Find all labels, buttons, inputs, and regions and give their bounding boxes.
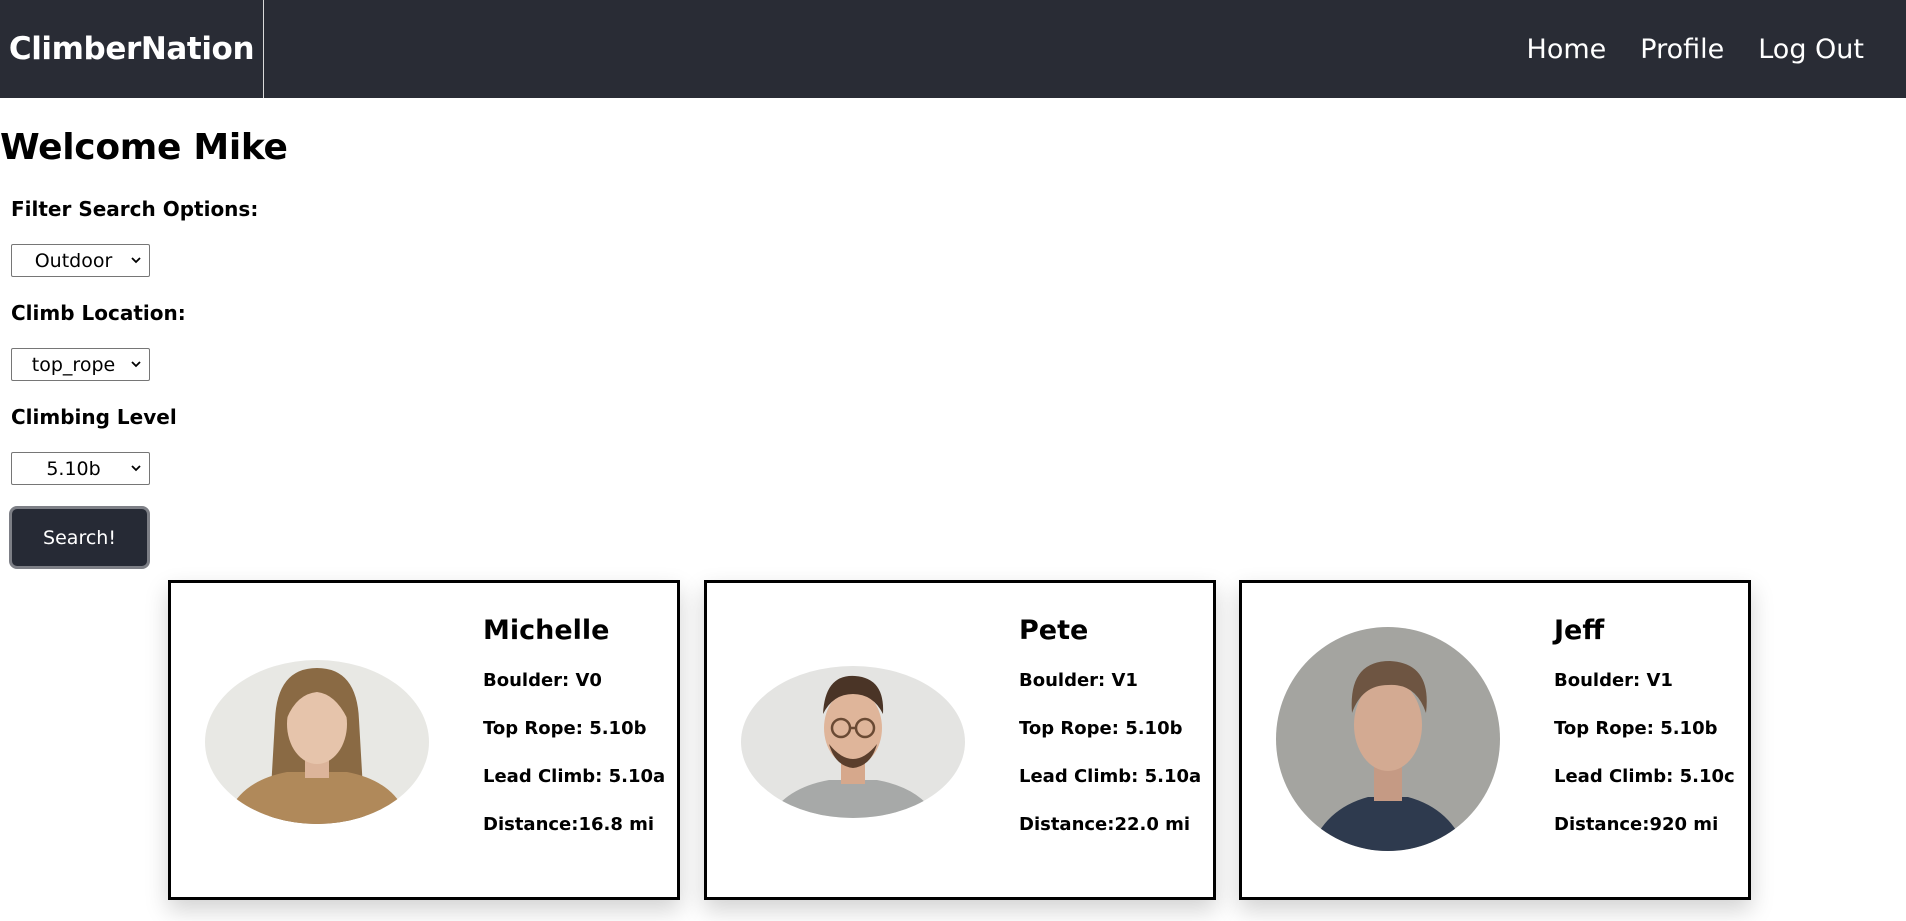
- climber-distance: Distance:16.8 mi: [483, 814, 655, 835]
- chevron-down-icon: [131, 361, 141, 368]
- filter-select-value: Outdoor: [34, 249, 113, 272]
- climber-top-rope-grade: Top Rope: 5.10b: [1554, 718, 1718, 739]
- avatar: [741, 666, 965, 818]
- filter-search-label: Filter Search Options:: [11, 197, 259, 221]
- nav-logout-link[interactable]: Log Out: [1758, 34, 1864, 65]
- climber-top-rope-grade: Top Rope: 5.10b: [1019, 718, 1183, 739]
- filter-select[interactable]: Outdoor: [11, 244, 150, 277]
- climber-distance: Distance:22.0 mi: [1019, 814, 1191, 835]
- climber-boulder-grade: Boulder: V1: [1019, 670, 1138, 691]
- climber-name: Michelle: [483, 615, 610, 646]
- climber-boulder-grade: Boulder: V0: [483, 670, 602, 691]
- climbing-level-label: Climbing Level: [11, 405, 177, 429]
- climber-lead-grade: Lead Climb: 5.10a: [1019, 766, 1202, 787]
- climb-location-select[interactable]: top_rope: [11, 348, 150, 381]
- welcome-heading: Welcome Mike: [0, 127, 288, 168]
- top-navbar: ClimberNation Home Profile Log Out: [0, 0, 1906, 98]
- chevron-down-icon: [131, 465, 141, 472]
- climbing-level-value: 5.10b: [46, 457, 101, 480]
- search-button[interactable]: Search!: [9, 506, 150, 569]
- nav-links: Home Profile Log Out: [1493, 0, 1864, 98]
- brand-logo[interactable]: ClimberNation: [0, 0, 264, 98]
- nav-profile-link[interactable]: Profile: [1640, 34, 1724, 65]
- climber-lead-grade: Lead Climb: 5.10a: [483, 766, 666, 787]
- climber-distance: Distance:920 mi: [1554, 814, 1719, 835]
- climb-location-value: top_rope: [31, 353, 116, 376]
- climbing-level-select[interactable]: 5.10b: [11, 452, 150, 485]
- climber-boulder-grade: Boulder: V1: [1554, 670, 1673, 691]
- avatar: [1276, 627, 1500, 851]
- climber-card[interactable]: Jeff Boulder: V1 Top Rope: 5.10b Lead Cl…: [1239, 580, 1751, 900]
- climber-card[interactable]: Pete Boulder: V1 Top Rope: 5.10b Lead Cl…: [704, 580, 1216, 900]
- avatar: [205, 660, 429, 824]
- climber-top-rope-grade: Top Rope: 5.10b: [483, 718, 647, 739]
- climber-card[interactable]: Michelle Boulder: V0 Top Rope: 5.10b Lea…: [168, 580, 680, 900]
- climber-lead-grade: Lead Climb: 5.10c: [1554, 766, 1735, 787]
- climber-name: Pete: [1019, 615, 1089, 646]
- chevron-down-icon: [131, 257, 141, 264]
- climb-location-label: Climb Location:: [11, 301, 186, 325]
- climber-name: Jeff: [1554, 615, 1605, 646]
- nav-home-link[interactable]: Home: [1527, 34, 1607, 65]
